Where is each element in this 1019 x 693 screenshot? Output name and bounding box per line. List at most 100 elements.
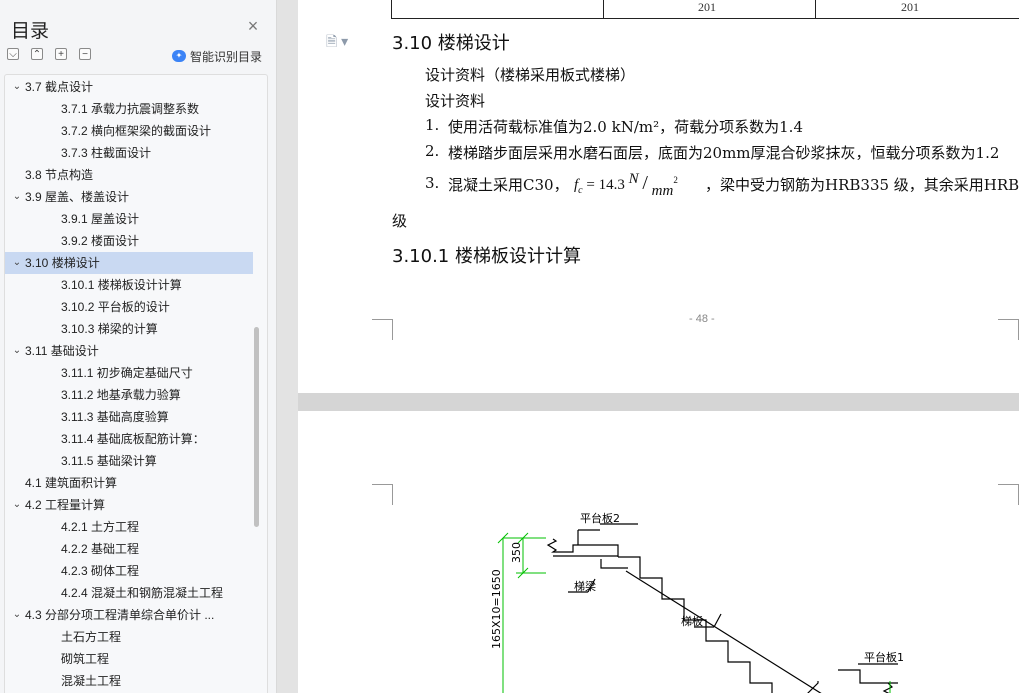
toc-item[interactable]: ⌄ 3.7 截点设计 — [5, 76, 253, 98]
label-platform2: 平台板2 — [580, 511, 620, 525]
toc-item-label: 3.11.3 基础高度验算 — [61, 410, 169, 424]
formula-exp: 2 — [673, 175, 678, 185]
toc-item[interactable]: 3.7.1 承载力抗震调整系数 — [5, 98, 253, 120]
toc-item[interactable]: 3.11.1 初步确定基础尺寸 — [5, 362, 253, 384]
toc-item-label: 3.11.2 地基承载力验算 — [61, 388, 181, 402]
toc-item[interactable]: 3.9.2 楼面设计 — [5, 230, 253, 252]
toc-item-label: 3.9.1 屋盖设计 — [61, 212, 140, 226]
table-border — [391, 18, 1019, 19]
crop-mark — [372, 319, 392, 320]
subheading: 3.10.1 楼梯板设计计算 — [392, 246, 581, 267]
toc-item[interactable]: 4.2.2 基础工程 — [5, 538, 253, 560]
table-cell: 201 — [698, 0, 716, 14]
dim-350: 350 — [510, 542, 523, 563]
paragraph: 设计资料 — [425, 92, 486, 110]
toc-item[interactable]: 3.10.3 梯梁的计算 — [5, 318, 253, 340]
dim-height: 165X10=1650 — [490, 569, 503, 649]
toc-item[interactable]: 3.10.2 平台板的设计 — [5, 296, 253, 318]
toc-item-label: 3.9.2 楼面设计 — [61, 234, 140, 248]
document-icon[interactable]: 🗎 ▾ — [326, 31, 348, 55]
toc-item-label: 4.2.2 基础工程 — [61, 542, 140, 556]
formula-num: N — [628, 171, 639, 187]
toc-item-label: 3.10.1 楼梯板设计计算 — [61, 278, 182, 292]
table-border — [391, 0, 392, 19]
toc-item[interactable]: 3.7.2 横向框架梁的截面设计 — [5, 120, 253, 142]
label-beam: 梯梁 — [574, 579, 596, 593]
section-heading: 3.10 楼梯设计 — [392, 33, 510, 54]
toc-item-label: 3.7.1 承载力抗震调整系数 — [61, 102, 200, 116]
toc-item[interactable]: 4.1 建筑面积计算 — [5, 472, 253, 494]
list-number: 1. — [425, 116, 440, 134]
page-gap — [298, 393, 1019, 411]
toc-item-label: 混凝土工程 — [61, 674, 122, 688]
toc-item-label: 4.2 工程量计算 — [25, 498, 106, 512]
table-border — [815, 0, 816, 19]
toc-item[interactable]: 混凝土工程 — [5, 670, 253, 692]
toc-item[interactable]: 3.11.3 基础高度验算 — [5, 406, 253, 428]
toc-item[interactable]: 4.2.1 土方工程 — [5, 516, 253, 538]
smart-toc-button[interactable]: ✦ 智能识别目录 — [172, 48, 262, 64]
toc-item-label: 4.1 建筑面积计算 — [25, 476, 118, 490]
toc-item-label: 3.7 截点设计 — [25, 80, 94, 94]
crop-mark — [998, 319, 1019, 320]
toc-item-label: 3.7.3 柱截面设计 — [61, 146, 152, 160]
toc-item-label: 4.2.4 混凝土和钢筋混凝土工程 — [61, 586, 224, 600]
toc-item[interactable]: 3.11.4 基础底板配筋计算： — [5, 428, 253, 450]
toc-item[interactable]: 3.8 节点构造 — [5, 164, 253, 186]
list-item-cont: ，梁中受力钢筋为HRB335 级，其余采用HRB235 — [705, 176, 1019, 194]
toc-item-label: 3.10.2 平台板的设计 — [61, 300, 170, 314]
label-slab: 梯板 — [681, 614, 703, 628]
toc-item[interactable]: 3.9.1 屋盖设计 — [5, 208, 253, 230]
toc-item[interactable]: 3.7.3 柱截面设计 — [5, 142, 253, 164]
list-item: 混凝土采用C30， — [448, 176, 569, 194]
toc-item[interactable]: 3.11.2 地基承载力验算 — [5, 384, 253, 406]
table-border — [603, 0, 604, 19]
list-item: 楼梯踏步面层采用水磨石面层，底面为20mm厚混合砂浆抹灰，恒载分项系数为1.2 — [448, 144, 1000, 162]
toc-item[interactable]: 土石方工程 — [5, 626, 253, 648]
list-item: 使用活荷载标准值为2.0 kN/m²，荷载分项系数为1.4 — [448, 118, 803, 136]
toc-item[interactable]: 4.2.4 混凝土和钢筋混凝土工程 — [5, 582, 253, 604]
expand-all-button[interactable]: ⌃ — [31, 48, 43, 60]
paragraph: 级 — [392, 212, 408, 230]
chevron-down-icon[interactable]: ⌄ — [11, 604, 23, 626]
toc-item[interactable]: ⌄ 4.2 工程量计算 — [5, 494, 253, 516]
chevron-down-icon[interactable]: ⌄ — [11, 340, 23, 362]
toc-item-label: 3.10.3 梯梁的计算 — [61, 322, 158, 336]
stair-drawing: 平台板2 梯梁 梯板 平台板1 350 165X10=1650 — [490, 511, 904, 693]
toc-item[interactable]: ⌄ 3.11 基础设计 — [5, 340, 253, 362]
toc-item-label: 3.10 楼梯设计 — [25, 256, 100, 270]
add-heading-button[interactable]: + — [55, 48, 67, 60]
remove-heading-button[interactable]: − — [79, 48, 91, 60]
toc-item[interactable]: ⌄ 3.9 屋盖、楼盖设计 — [5, 186, 253, 208]
chevron-down-icon[interactable]: ⌄ — [11, 76, 23, 98]
formula-den: mm — [651, 183, 674, 199]
toc-item[interactable]: 3.10.1 楼梯板设计计算 — [5, 274, 253, 296]
toc-item[interactable]: 砌筑工程 — [5, 648, 253, 670]
list-number: 2. — [425, 142, 440, 160]
close-icon[interactable]: × — [245, 17, 261, 35]
toc-item[interactable]: ⌄ 3.10 楼梯设计 — [5, 252, 253, 274]
toc-item-label: 土石方工程 — [61, 630, 122, 644]
toc-scrollbar[interactable] — [254, 327, 259, 527]
chevron-down-icon[interactable]: ⌄ — [11, 186, 23, 208]
toc-sidebar: 目录 × ⌵ ⌃ + − ✦ 智能识别目录 ⌄ 3.7 截点设计 3.7.1 承载力… — [0, 0, 277, 693]
toc-item-label: 3.11.5 基础梁计算 — [61, 454, 157, 468]
toc-item-label: 4.2.3 砌体工程 — [61, 564, 140, 578]
toc-item-label: 4.3 分部分项工程清单综合单价计 ... — [25, 608, 215, 622]
collapse-all-button[interactable]: ⌵ — [7, 48, 19, 60]
chevron-down-icon[interactable]: ⌄ — [11, 252, 23, 274]
page-49: 平台板2 梯梁 梯板 平台板1 350 165X10=1650 — [298, 411, 1019, 693]
toc-item-label: 3.11.1 初步确定基础尺寸 — [61, 366, 193, 380]
document-area[interactable]: 201 201 🗎 ▾ 3.10 楼梯设计 设计资料（楼梯采用板式楼梯） 设计资… — [277, 0, 1019, 693]
chevron-down-icon[interactable]: ⌄ — [11, 494, 23, 516]
formula-eq: = 14.3 — [586, 177, 625, 193]
toc-item[interactable]: 3.11.5 基础梁计算 — [5, 450, 253, 472]
toc-item-label: 3.7.2 横向框架梁的截面设计 — [61, 124, 212, 138]
toc-item-label: 砌筑工程 — [61, 652, 110, 666]
toc-item[interactable]: 4.2.3 砌体工程 — [5, 560, 253, 582]
toc-item-label: 3.11 基础设计 — [25, 344, 99, 358]
toc-item-label: 3.11.4 基础底板配筋计算： — [61, 432, 205, 446]
crop-mark — [392, 319, 393, 340]
toc-item[interactable]: ⌄ 4.3 分部分项工程清单综合单价计 ... — [5, 604, 253, 626]
toc-item-label: 3.8 节点构造 — [25, 168, 94, 182]
